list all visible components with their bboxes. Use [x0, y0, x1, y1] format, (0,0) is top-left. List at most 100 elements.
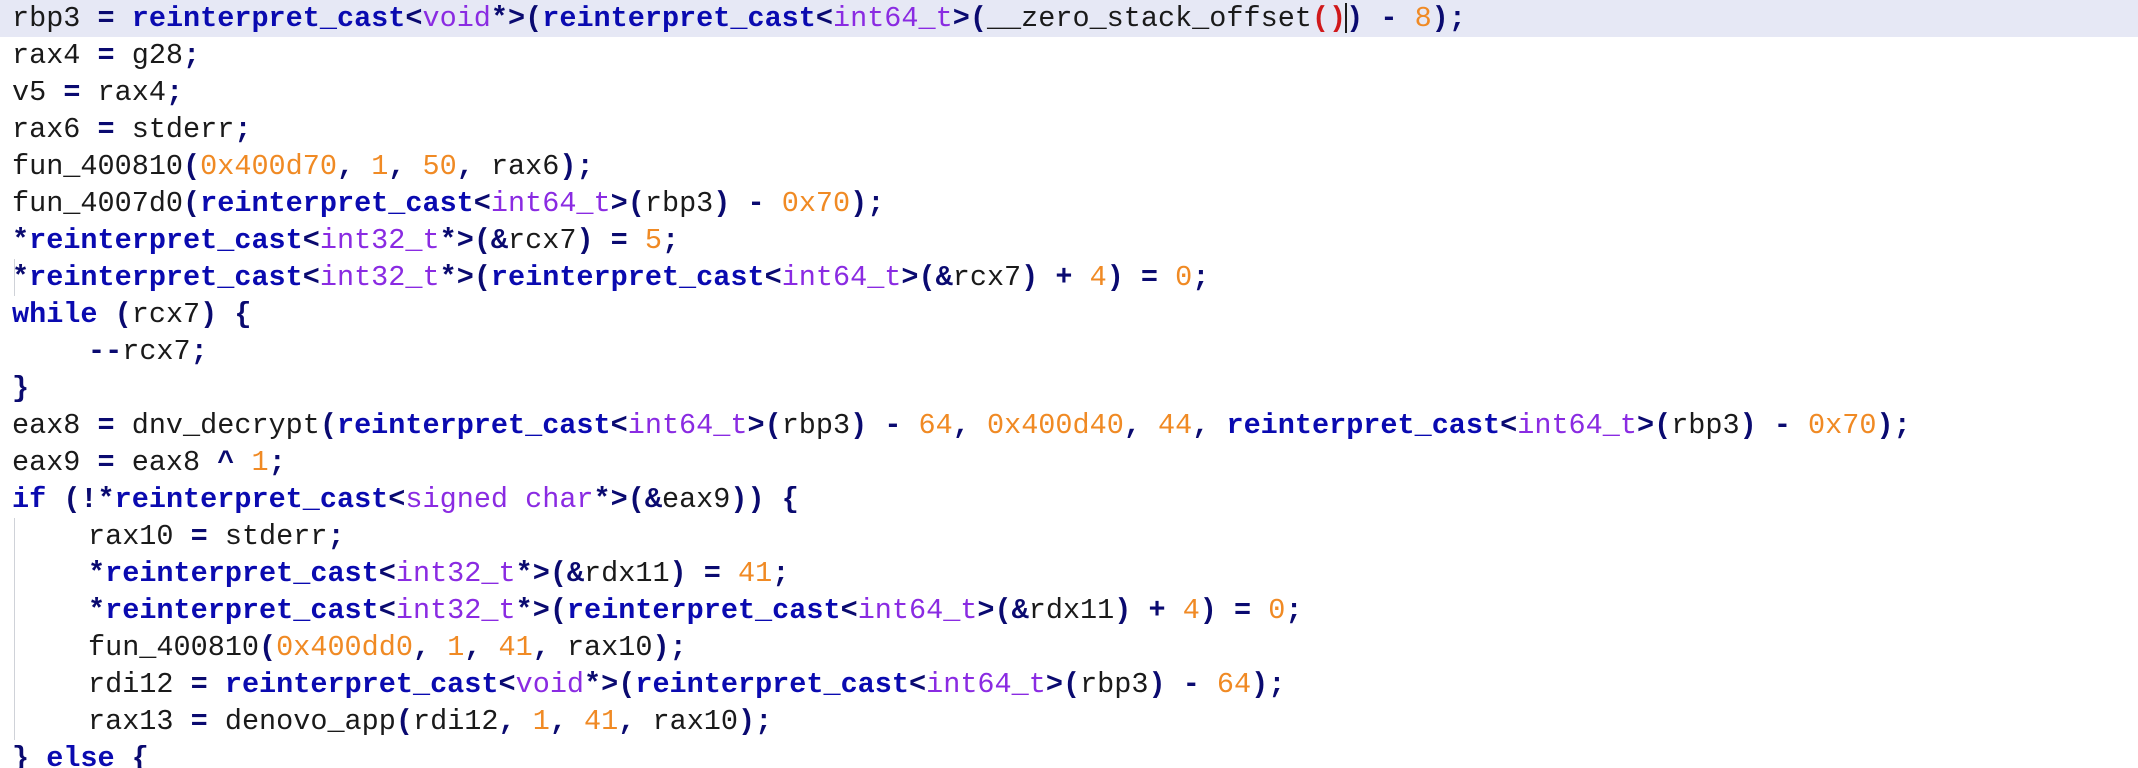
code-token-op[interactable]: }: [12, 742, 46, 768]
code-token-op[interactable]: ,: [953, 409, 987, 442]
code-token-num[interactable]: 50: [423, 150, 457, 183]
code-token-op[interactable]: ;: [269, 446, 286, 479]
code-token-num[interactable]: 5: [645, 224, 662, 257]
code-token-op[interactable]: ): [1148, 668, 1165, 701]
code-line[interactable]: *reinterpret_cast<int32_t*>(&rdx11) = 41…: [0, 555, 2138, 592]
code-token-kw[interactable]: reinterpret_cast: [567, 594, 841, 627]
code-token-num[interactable]: 0: [1175, 261, 1192, 294]
code-token-kw[interactable]: reinterpret_cast: [491, 261, 765, 294]
code-token-op[interactable]: =: [98, 446, 115, 479]
code-token-id[interactable]: [1166, 668, 1183, 701]
code-token-num[interactable]: 4: [1183, 594, 1200, 627]
code-token-op[interactable]: );: [559, 150, 593, 183]
code-token-id[interactable]: [1124, 261, 1141, 294]
code-line[interactable]: } else {: [0, 740, 2138, 768]
code-token-kw[interactable]: else: [46, 742, 114, 768]
code-token-id[interactable]: stderr: [115, 113, 235, 146]
code-token-type[interactable]: int64_t: [782, 261, 902, 294]
code-token-id[interactable]: dnv_decrypt: [115, 409, 320, 442]
code-token-op[interactable]: (: [183, 187, 200, 220]
code-token-op[interactable]: -: [1380, 2, 1397, 35]
code-token-id[interactable]: rcx7: [122, 335, 190, 368]
code-token-id[interactable]: __zero_stack_offset: [987, 2, 1312, 35]
code-token-op[interactable]: *>(: [491, 2, 542, 35]
code-token-op[interactable]: {: [115, 742, 149, 768]
code-token-op[interactable]: =: [611, 224, 628, 257]
code-token-num[interactable]: 1: [371, 150, 388, 183]
code-token-kw[interactable]: reinterpret_cast: [132, 2, 406, 35]
code-token-id[interactable]: rdi12: [413, 705, 499, 738]
code-token-num[interactable]: 0x400d40: [987, 409, 1124, 442]
code-token-num[interactable]: 0x400dd0: [276, 631, 413, 664]
code-token-id[interactable]: [1217, 594, 1234, 627]
code-token-type[interactable]: int64_t: [926, 668, 1046, 701]
code-token-op[interactable]: );: [1876, 409, 1910, 442]
code-token-id[interactable]: [1072, 261, 1089, 294]
code-line[interactable]: while (rcx7) {: [0, 296, 2138, 333]
code-token-op[interactable]: =: [191, 520, 208, 553]
code-token-id[interactable]: [867, 409, 884, 442]
code-line[interactable]: *reinterpret_cast<int32_t*>(&rcx7) = 5;: [0, 222, 2138, 259]
code-token-id[interactable]: [628, 224, 645, 257]
code-token-id[interactable]: [1166, 594, 1183, 627]
code-token-op[interactable]: >(: [611, 187, 645, 220]
code-token-kw[interactable]: reinterpret_cast: [635, 668, 909, 701]
code-token-op[interactable]: ;: [191, 335, 208, 368]
code-token-op[interactable]: <: [379, 557, 396, 590]
code-token-id[interactable]: fun_4007d0: [12, 187, 183, 220]
code-token-op[interactable]: -: [1774, 409, 1791, 442]
code-line[interactable]: fun_400810(0x400dd0, 1, 41, rax10);: [0, 629, 2138, 666]
code-token-op[interactable]: ,: [550, 705, 584, 738]
code-token-op[interactable]: >(: [747, 409, 781, 442]
code-token-id[interactable]: [208, 668, 225, 701]
code-token-id[interactable]: fun_400810: [12, 150, 183, 183]
code-token-kw[interactable]: reinterpret_cast: [225, 668, 499, 701]
code-token-op[interactable]: <: [388, 483, 405, 516]
code-token-op[interactable]: *>(: [584, 668, 635, 701]
code-token-op[interactable]: (: [259, 631, 276, 664]
code-token-op[interactable]: ;: [662, 224, 679, 257]
code-token-op[interactable]: );: [850, 187, 884, 220]
code-token-kw[interactable]: reinterpret_cast: [29, 261, 303, 294]
code-line[interactable]: eax8 = dnv_decrypt(reinterpret_cast<int6…: [0, 407, 2138, 444]
code-token-id[interactable]: [1131, 594, 1148, 627]
code-token-num[interactable]: 4: [1090, 261, 1107, 294]
code-token-op[interactable]: =: [98, 2, 115, 35]
code-token-op[interactable]: ,: [533, 631, 567, 664]
code-token-op[interactable]: ): [576, 224, 593, 257]
code-token-id[interactable]: v5: [12, 76, 63, 109]
code-token-id[interactable]: rcx7: [508, 224, 576, 257]
code-token-op[interactable]: <: [474, 187, 491, 220]
code-token-op[interactable]: );: [1251, 668, 1285, 701]
code-token-op[interactable]: ;: [234, 113, 251, 146]
code-token-num[interactable]: 64: [919, 409, 953, 442]
code-token-op[interactable]: =: [98, 39, 115, 72]
code-token-id[interactable]: [1251, 594, 1268, 627]
code-token-id[interactable]: denovo_app: [208, 705, 396, 738]
code-line-current[interactable]: rbp3 = reinterpret_cast<void*>(reinterpr…: [0, 0, 2138, 37]
code-token-op[interactable]: ): [1114, 594, 1131, 627]
code-line[interactable]: rax10 = stderr;: [0, 518, 2138, 555]
code-token-op[interactable]: ,: [388, 150, 422, 183]
code-token-op[interactable]: *>(&: [516, 557, 584, 590]
code-token-op[interactable]: <: [303, 224, 320, 257]
code-token-op[interactable]: <: [303, 261, 320, 294]
code-token-id[interactable]: rax4: [12, 39, 98, 72]
code-line[interactable]: rax6 = stderr;: [0, 111, 2138, 148]
code-token-id[interactable]: rdx11: [1029, 594, 1115, 627]
code-token-id[interactable]: rbp3: [1671, 409, 1739, 442]
code-token-type[interactable]: int32_t: [320, 224, 440, 257]
code-token-id[interactable]: eax8: [115, 446, 218, 479]
code-token-op[interactable]: ^: [217, 446, 234, 479]
code-token-op[interactable]: =: [63, 76, 80, 109]
code-token-id[interactable]: [115, 2, 132, 35]
code-token-op[interactable]: <: [765, 261, 782, 294]
code-token-op[interactable]: <: [909, 668, 926, 701]
code-token-num[interactable]: 41: [499, 631, 533, 664]
code-line[interactable]: eax9 = eax8 ^ 1;: [0, 444, 2138, 481]
code-token-op[interactable]: (: [396, 705, 413, 738]
code-token-id[interactable]: rax10: [88, 520, 191, 553]
code-token-num[interactable]: 64: [1217, 668, 1251, 701]
code-token-id[interactable]: [730, 187, 747, 220]
code-token-id[interactable]: fun_400810: [88, 631, 259, 664]
